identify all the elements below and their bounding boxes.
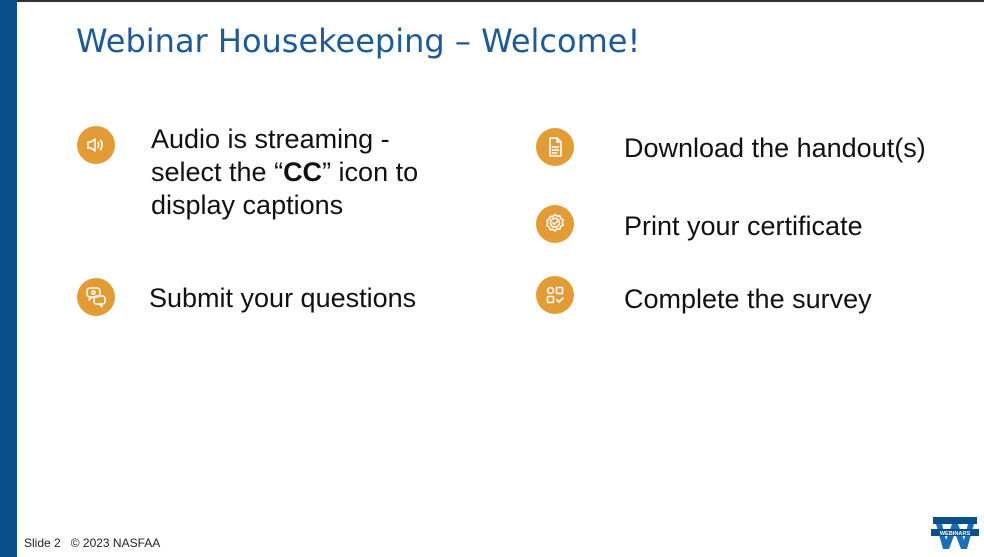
questions-label: Submit your questions: [149, 283, 417, 313]
handout-label: Download the handout(s): [624, 133, 926, 163]
slide: Webinar Housekeeping – Welcome! Audio is…: [0, 0, 984, 557]
audio-line-2-pre: select the “: [151, 157, 284, 187]
audio-item: Audio is streaming - select the “CC” ico…: [77, 123, 418, 222]
certificate-item: Print your certificate: [536, 205, 863, 243]
audio-line-2-post: ” icon to: [322, 157, 419, 187]
document-icon: [536, 128, 574, 166]
top-border: [17, 0, 984, 2]
survey-item: Complete the survey: [536, 276, 872, 316]
copyright: © 2023 NASFAA: [70, 536, 161, 550]
chat-question-icon: [77, 278, 115, 316]
webinars-logo: WEBINARS: [931, 517, 979, 549]
questions-item: Submit your questions: [77, 278, 416, 316]
left-accent-bar: [0, 0, 17, 557]
slide-number: Slide 2: [24, 536, 61, 550]
speaker-icon: [77, 126, 115, 164]
cc-text: CC: [283, 157, 323, 187]
certificate-badge-icon: [536, 205, 574, 243]
audio-line-3: display captions: [151, 190, 344, 220]
survey-icon: [536, 276, 574, 314]
certificate-label: Print your certificate: [624, 211, 863, 241]
handout-item: Download the handout(s): [536, 128, 926, 166]
slide-footer: Slide 2 © 2023 NASFAA: [24, 536, 160, 550]
audio-instructions: Audio is streaming - select the “CC” ico…: [151, 123, 418, 222]
audio-line-2: select the “CC” icon to: [151, 156, 418, 189]
logo-text: WEBINARS: [940, 531, 971, 537]
survey-label: Complete the survey: [624, 284, 872, 314]
audio-line-1: Audio is streaming -: [151, 124, 390, 154]
slide-title: Webinar Housekeeping – Welcome!: [76, 22, 641, 60]
